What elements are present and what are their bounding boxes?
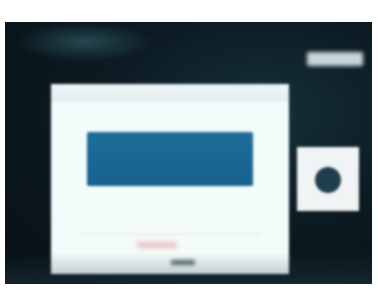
bottom-glow <box>5 252 372 284</box>
knob-icon <box>315 167 341 193</box>
accent-mark <box>137 242 177 248</box>
ambient-glow <box>15 22 155 62</box>
value-display <box>87 132 253 186</box>
screen <box>0 0 378 290</box>
dialog <box>51 84 289 274</box>
divider <box>81 234 261 235</box>
status-label <box>307 52 363 66</box>
dialog-title-bar <box>51 84 289 102</box>
display-area <box>5 22 372 284</box>
side-widget[interactable] <box>297 147 359 211</box>
